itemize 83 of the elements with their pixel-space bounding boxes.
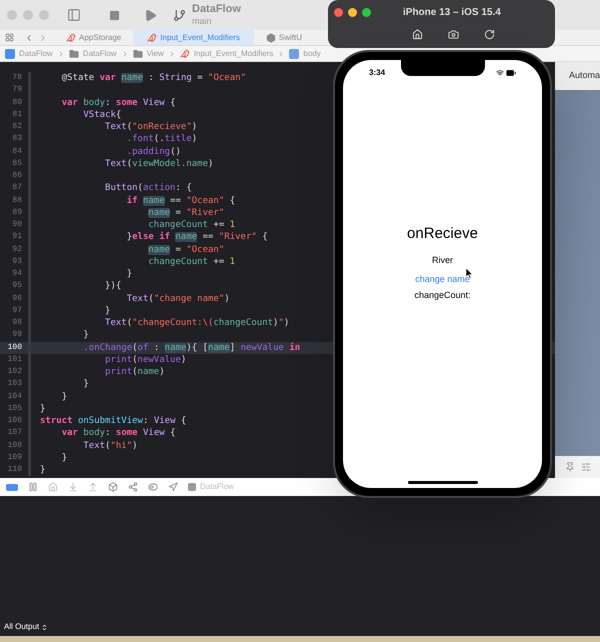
code-line: print(newValue) [104, 354, 186, 366]
code-line: Text("change name") [126, 292, 230, 305]
editor-tab[interactable]: SwiftU [266, 30, 302, 45]
code-line: Text("changeCount:\(changeCount)") [104, 317, 290, 330]
line-number: 110 [6, 464, 22, 476]
editor-tab[interactable]: Input_Event_Modifiers [133, 30, 254, 45]
code-line: } [126, 268, 132, 280]
line-number: 101 [6, 354, 22, 366]
breadcrumb-item[interactable]: DataFlow [82, 48, 117, 60]
code-line: Text("hi") [82, 440, 138, 452]
status-time: 3:34 [369, 67, 386, 79]
line-number: 99 [11, 329, 22, 342]
line-number: 97 [11, 304, 22, 317]
line-number: 81 [11, 108, 22, 121]
inspector-title: Automa [569, 69, 600, 82]
line-number: 105 [6, 402, 22, 415]
line-number: 90 [11, 219, 22, 232]
code-line: } [82, 329, 89, 342]
line-number: 104 [6, 390, 22, 403]
code-line: struct onSubmitView: View { [40, 415, 186, 428]
line-number: 83 [11, 133, 22, 146]
code-line: VStack{ [82, 108, 122, 121]
code-line: } [40, 402, 46, 415]
code-line: var body: some View { [60, 96, 176, 109]
line-number: 80 [11, 96, 22, 109]
code-line: @State var name : String = "Ocean" [60, 72, 246, 84]
line-number: 107 [6, 427, 22, 440]
line-number: 82 [11, 121, 22, 134]
screen-text: changeCount: [414, 290, 471, 300]
line-number: 89 [11, 206, 22, 219]
code-line: }else if name == "River" { [126, 231, 268, 244]
code-line: Text("onRecieve") [104, 121, 198, 134]
code-line: } [40, 464, 46, 476]
code-line: .onChange(of : name){ [name] newValue in [82, 342, 300, 354]
screen-title: onRecieve [407, 224, 478, 244]
code-line: } [82, 378, 89, 390]
line-number: 85 [11, 158, 22, 170]
line-number: 100 [6, 342, 22, 354]
line-number: 79 [11, 84, 22, 96]
code-line: name = "River" [147, 206, 224, 219]
change-name-button[interactable]: change name [415, 274, 470, 284]
line-number: 88 [11, 194, 22, 207]
line-number: 106 [6, 415, 22, 428]
line-number: 93 [11, 256, 22, 268]
scheme-title: DataFlow [192, 3, 241, 15]
line-number: 109 [6, 452, 22, 464]
breadcrumb-item[interactable]: Input_Event_Modifiers [194, 48, 274, 60]
line-number: 98 [11, 317, 22, 330]
code-line: Text(viewModel.name) [104, 158, 214, 170]
simulator-title: iPhone 13 – iOS 15.4 [403, 6, 501, 20]
breadcrumb-item[interactable]: body [303, 48, 321, 60]
code-line: Button(action: { [104, 182, 192, 194]
line-number: 95 [11, 280, 22, 292]
line-number: 103 [6, 378, 22, 390]
code-line: name = "Ocean" [147, 244, 224, 256]
code-line: changeCount += 1 [147, 219, 236, 232]
screen-text: River [432, 255, 453, 266]
code-line: var body: some View { [60, 427, 176, 440]
line-number: 96 [11, 292, 22, 305]
code-line: if name == "Ocean" { [126, 194, 236, 207]
line-number: 78 [11, 72, 22, 84]
debug-target[interactable]: DataFlow [200, 481, 234, 493]
line-number: 84 [11, 146, 22, 158]
line-number: 91 [11, 231, 22, 244]
editor-tab[interactable]: AppStorage [66, 30, 122, 45]
code-line: .padding() [126, 146, 181, 158]
branch-name: main [192, 15, 213, 27]
code-line: print(name) [104, 366, 165, 378]
line-number: 108 [6, 440, 22, 452]
line-number: 102 [6, 366, 22, 378]
code-line: } [60, 390, 68, 403]
code-line: } [104, 304, 110, 317]
breadcrumb-item[interactable]: DataFlow [19, 48, 53, 60]
output-filter[interactable]: All Output [4, 621, 48, 633]
code-line: } [60, 452, 68, 464]
line-number: 94 [11, 268, 22, 280]
line-number: 92 [11, 244, 22, 256]
line-number: 87 [11, 182, 22, 194]
code-line: changeCount += 1 [147, 256, 236, 268]
breadcrumb-item[interactable]: View [146, 48, 164, 60]
line-number: 86 [11, 170, 22, 182]
code-line: }){ [104, 280, 122, 292]
code-line: .font(.title) [126, 133, 198, 146]
